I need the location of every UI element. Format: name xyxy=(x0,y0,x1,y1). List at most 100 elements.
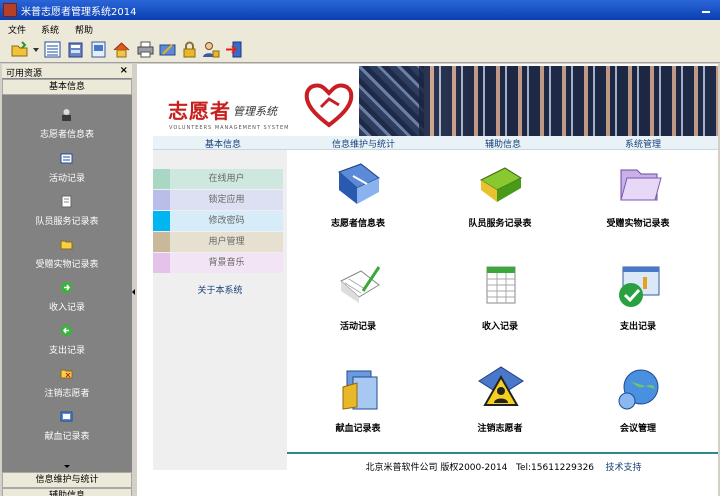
grid-item-service-record[interactable]: 队员服务记录表 xyxy=(435,158,565,248)
sidebar-item-service-record[interactable]: 队员服务记录表 xyxy=(2,195,132,238)
title-bar: 米普志愿者管理系统2014 xyxy=(0,0,720,20)
grid-item-label: 支出记录 xyxy=(619,322,656,332)
sidebar-item-volunteer-info[interactable]: 志愿者信息表 xyxy=(2,108,132,151)
sidebar-item-label: 注销志愿者 xyxy=(44,389,90,399)
about-link[interactable]: 关于本系统 xyxy=(153,283,287,296)
menu-bar: 文件 系统 帮助 xyxy=(0,20,720,37)
sidebar: 可用资源 × 基本信息 志愿者信息表 活动记录 队员服务记录表 受赠实物记录表 … xyxy=(2,64,132,496)
service-record-icon xyxy=(60,195,73,208)
sidebar-group-maintenance[interactable]: 信息维护与统计 xyxy=(2,472,132,488)
globe-meeting-icon xyxy=(613,363,665,415)
donation-folder-icon xyxy=(60,238,73,251)
home-icon[interactable] xyxy=(112,40,131,59)
banner-title: 志愿者 xyxy=(168,99,231,123)
list-icon[interactable] xyxy=(43,40,62,59)
close-icon[interactable]: × xyxy=(120,65,128,76)
heart-hand-logo-icon xyxy=(304,83,354,128)
quick-item-user-management[interactable]: 用户管理 xyxy=(153,232,283,252)
quick-panel: 在线用户 锁定应用 修改密码 用户管理 背景音乐 关于本系统 xyxy=(153,150,287,470)
footer: 北京米普软件公司 版权2000-2014 Tel:15611229326 技术支… xyxy=(287,460,720,473)
quick-item-label: 锁定应用 xyxy=(170,190,283,210)
grid-item-activity[interactable]: 活动记录 xyxy=(293,261,423,351)
footer-company: 北京米普软件公司 版权2000-2014 xyxy=(365,463,508,473)
sidebar-splitter[interactable] xyxy=(132,64,136,496)
grid-item-income[interactable]: 收入记录 xyxy=(435,261,565,351)
printer-icon[interactable] xyxy=(136,40,155,59)
banner-crowd-graphic xyxy=(419,66,720,136)
user-lock-icon[interactable] xyxy=(201,40,220,59)
menu-file[interactable]: 文件 xyxy=(8,23,26,36)
folder-open-icon[interactable] xyxy=(10,40,29,59)
check-window-icon xyxy=(613,261,665,313)
sidebar-item-donation[interactable]: 受赠实物记录表 xyxy=(2,238,132,281)
blood-donation-icon xyxy=(60,410,73,423)
sidebar-item-label: 收入记录 xyxy=(48,303,85,313)
exit-icon[interactable] xyxy=(224,40,243,59)
lock-icon[interactable] xyxy=(180,40,199,59)
cancel-volunteer-icon xyxy=(60,367,73,380)
quick-item-change-password[interactable]: 修改密码 xyxy=(153,211,283,231)
swatch xyxy=(153,253,170,273)
report-icon[interactable] xyxy=(89,40,108,59)
grid-item-donation[interactable]: 受赠实物记录表 xyxy=(573,158,703,248)
quick-item-online-users[interactable]: 在线用户 xyxy=(153,169,283,189)
sidebar-group-auxiliary[interactable]: 辅助信息 xyxy=(2,488,132,496)
menu-system[interactable]: 系统 xyxy=(41,23,59,36)
tools-icon[interactable] xyxy=(158,40,177,59)
income-icon xyxy=(60,281,73,294)
toolbar xyxy=(0,37,720,63)
sidebar-item-label: 队员服务记录表 xyxy=(35,217,99,227)
sidebar-title: 可用资源 xyxy=(6,69,43,79)
sidebar-item-activity[interactable]: 活动记录 xyxy=(2,152,132,195)
sidebar-item-label: 支出记录 xyxy=(48,346,85,356)
nav-bar: 基本信息 信息维护与统计 辅助信息 系统管理 xyxy=(153,136,720,150)
support-link[interactable]: 技术支持 xyxy=(605,463,641,473)
quick-item-label: 用户管理 xyxy=(170,232,283,252)
grid-item-label: 活动记录 xyxy=(339,322,376,332)
grid-item-label: 会议管理 xyxy=(619,424,656,434)
footer-divider xyxy=(287,452,720,454)
green-book-icon xyxy=(475,158,527,210)
banner-chip-graphic xyxy=(359,66,424,136)
grid-item-cancel-volunteer[interactable]: 注销志愿者 xyxy=(435,363,565,453)
footer-tel: Tel:15611229326 xyxy=(516,463,595,473)
blood-folder-icon xyxy=(333,363,385,415)
swatch xyxy=(153,211,170,231)
sidebar-item-income[interactable]: 收入记录 xyxy=(2,281,132,324)
user-info-card-icon xyxy=(333,158,385,210)
grid-item-label: 队员服务记录表 xyxy=(468,219,532,229)
database-icon[interactable] xyxy=(66,40,85,59)
grid-item-meeting[interactable]: 会议管理 xyxy=(573,363,703,453)
sidebar-item-expense[interactable]: 支出记录 xyxy=(2,324,132,367)
grid-item-blood-donation[interactable]: 献血记录表 xyxy=(293,363,423,453)
grid-item-volunteer-info[interactable]: 志愿者信息表 xyxy=(293,158,423,248)
sidebar-item-cancel-volunteer[interactable]: 注销志愿者 xyxy=(2,367,132,410)
quick-item-label: 背景音乐 xyxy=(170,253,283,273)
users-warning-icon xyxy=(475,363,527,415)
scroll-down-icon[interactable] xyxy=(64,465,70,468)
grid-item-label: 志愿者信息表 xyxy=(330,219,385,229)
quick-item-lock-app[interactable]: 锁定应用 xyxy=(153,190,283,210)
sidebar-item-blood-donation[interactable]: 献血记录表 xyxy=(2,410,132,453)
sidebar-group-basic[interactable]: 基本信息 xyxy=(2,79,132,95)
grid-item-label: 收入记录 xyxy=(481,322,518,332)
chevron-down-icon[interactable] xyxy=(33,48,39,52)
grid-item-expense[interactable]: 支出记录 xyxy=(573,261,703,351)
minimize-button[interactable] xyxy=(700,3,712,15)
sidebar-item-label: 献血记录表 xyxy=(44,432,90,442)
sidebar-item-label: 志愿者信息表 xyxy=(39,130,94,140)
app-icon xyxy=(3,3,17,17)
quick-item-label: 在线用户 xyxy=(170,169,283,189)
sidebar-item-label: 受赠实物记录表 xyxy=(35,260,99,270)
menu-help[interactable]: 帮助 xyxy=(75,23,93,36)
quick-item-label: 修改密码 xyxy=(170,211,283,231)
grid-item-label: 注销志愿者 xyxy=(477,424,523,434)
expense-icon xyxy=(60,324,73,337)
main-content: 志愿者 管理系统 VOLUNTEERS MANAGEMENT SYSTEM 基本… xyxy=(137,64,720,496)
quick-item-background-music[interactable]: 背景音乐 xyxy=(153,253,283,273)
swatch xyxy=(153,190,170,210)
sidebar-header: 可用资源 × xyxy=(2,64,132,79)
collapse-left-icon[interactable] xyxy=(132,289,135,295)
banner-english-title: VOLUNTEERS MANAGEMENT SYSTEM xyxy=(169,125,290,131)
user-info-icon xyxy=(60,108,73,121)
